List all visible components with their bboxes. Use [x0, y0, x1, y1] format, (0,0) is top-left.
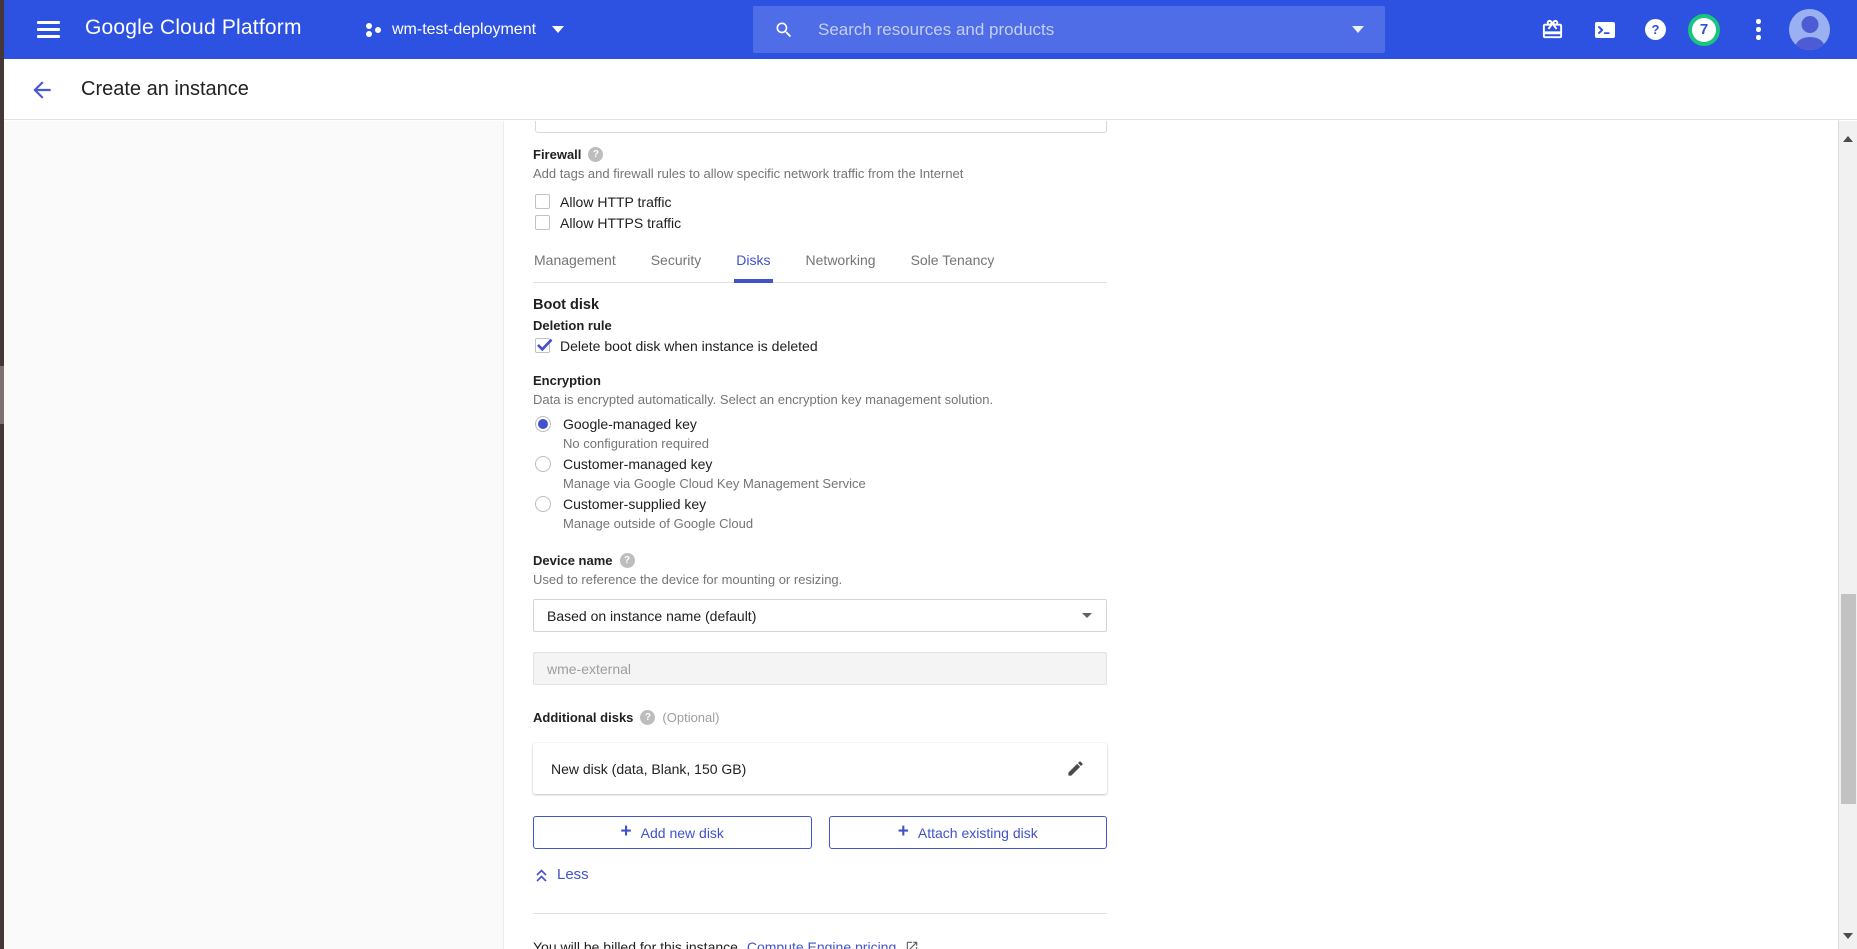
window-edge-strip [0, 0, 4, 949]
boot-disk-title: Boot disk [533, 297, 599, 313]
disk-card-title: New disk (data, Blank, 150 GB) [551, 761, 746, 777]
settings-tab-bar: Management Security Disks Networking Sol… [533, 250, 1107, 283]
page-title: Create an instance [81, 78, 249, 101]
double-chevron-up-icon [535, 867, 548, 883]
notification-count-badge: 7 [1688, 14, 1720, 46]
device-name-description: Used to reference the device for mountin… [533, 572, 842, 587]
device-name-help-icon[interactable]: ? [620, 553, 635, 568]
tab-networking[interactable]: Networking [805, 250, 877, 282]
billing-note: You will be billed for this instance. Co… [533, 939, 919, 949]
avatar [1789, 9, 1830, 50]
tab-sole-tenancy[interactable]: Sole Tenancy [910, 250, 996, 282]
external-link-icon [905, 940, 919, 949]
additional-disks-help-icon[interactable]: ? [640, 710, 655, 725]
search-dropdown-caret-icon[interactable] [1352, 26, 1364, 33]
firewall-help-icon[interactable]: ? [588, 147, 603, 162]
vertical-dots-icon [1756, 16, 1761, 44]
scrollbar-down-arrow[interactable] [1843, 933, 1853, 939]
tab-disks[interactable]: Disks [735, 250, 771, 282]
deletion-rule-label: Deletion rule [533, 318, 612, 333]
notifications-button[interactable]: 7 [1688, 0, 1720, 59]
top-app-bar: Google Cloud Platform wm-test-deployment… [0, 0, 1857, 59]
additional-disk-card: New disk (data, Blank, 150 GB) [533, 743, 1107, 794]
radio-customer-supplied-key[interactable]: Customer-supplied key Manage outside of … [533, 494, 753, 534]
device-name-select[interactable]: Based on instance name (default) [533, 599, 1107, 632]
gcp-logo[interactable]: Google Cloud Platform [85, 16, 302, 40]
tab-security[interactable]: Security [650, 250, 703, 282]
delete-boot-disk-checkbox-row[interactable]: Delete boot disk when instance is delete… [533, 335, 818, 356]
radio-unselected-icon[interactable] [535, 496, 551, 512]
arrow-back-icon [29, 77, 55, 103]
radio-customer-managed-key[interactable]: Customer-managed key Manage via Google C… [533, 454, 866, 494]
firewall-section-label: Firewall ? [533, 147, 603, 162]
tab-management[interactable]: Management [533, 250, 617, 282]
pencil-icon [1066, 759, 1085, 778]
chevron-down-icon [552, 26, 564, 33]
back-button[interactable] [28, 76, 56, 104]
attach-existing-disk-button[interactable]: + Attach existing disk [829, 816, 1108, 849]
window-edge-notch [0, 366, 4, 424]
main-content: Firewall ? Add tags and firewall rules t… [505, 121, 1838, 949]
select-caret-icon [1082, 613, 1092, 618]
cloud-shell-icon [1593, 18, 1617, 42]
radio-selected-icon[interactable] [535, 416, 551, 432]
radio-google-managed-key[interactable]: Google-managed key No configuration requ… [533, 414, 709, 454]
left-panel [4, 121, 504, 949]
compute-engine-pricing-link[interactable]: Compute Engine pricing [747, 939, 896, 949]
checkbox-unchecked-icon[interactable] [535, 215, 550, 230]
plus-icon: + [621, 822, 632, 841]
disk-actions-row: + Add new disk + Attach existing disk [533, 816, 1107, 849]
search-bar[interactable] [753, 6, 1385, 53]
help-button[interactable]: ? [1645, 0, 1666, 59]
encryption-description: Data is encrypted automatically. Select … [533, 392, 993, 407]
add-new-disk-button[interactable]: + Add new disk [533, 816, 812, 849]
allow-https-checkbox-row[interactable]: Allow HTTPS traffic [533, 212, 681, 233]
project-selector[interactable]: wm-test-deployment [366, 0, 564, 59]
project-icon [366, 22, 382, 38]
device-name-label: Device name ? [533, 553, 635, 568]
cutoff-input-field[interactable] [535, 121, 1107, 133]
collapse-less-link[interactable]: Less [535, 866, 589, 883]
help-icon: ? [1645, 19, 1666, 40]
cloud-shell-button[interactable] [1593, 0, 1617, 59]
optional-hint: (Optional) [662, 710, 719, 725]
account-avatar-button[interactable] [1789, 0, 1830, 59]
checkbox-checked-icon[interactable] [535, 338, 550, 353]
more-options-button[interactable] [1756, 0, 1761, 59]
section-divider [533, 913, 1107, 914]
plus-icon: + [898, 822, 909, 841]
project-name: wm-test-deployment [392, 21, 536, 39]
scrollbar-up-arrow[interactable] [1843, 136, 1853, 142]
gift-icon [1541, 18, 1564, 41]
search-icon [774, 20, 794, 40]
device-name-input[interactable] [533, 652, 1107, 685]
free-trial-gift-button[interactable] [1541, 0, 1564, 59]
radio-unselected-icon[interactable] [535, 456, 551, 472]
scrollbar-thumb[interactable] [1841, 594, 1856, 804]
firewall-description: Add tags and firewall rules to allow spe… [533, 166, 963, 181]
checkbox-unchecked-icon[interactable] [535, 194, 550, 209]
vertical-scrollbar[interactable] [1838, 121, 1857, 949]
edit-disk-button[interactable] [1066, 759, 1085, 778]
page-header: Create an instance [0, 59, 1857, 120]
device-name-select-value: Based on instance name (default) [547, 608, 756, 624]
additional-disks-label: Additional disks ? (Optional) [533, 710, 719, 725]
search-input[interactable] [816, 19, 1342, 41]
allow-http-checkbox-row[interactable]: Allow HTTP traffic [533, 191, 672, 212]
encryption-section-label: Encryption [533, 373, 601, 388]
hamburger-menu-icon[interactable] [37, 21, 60, 38]
